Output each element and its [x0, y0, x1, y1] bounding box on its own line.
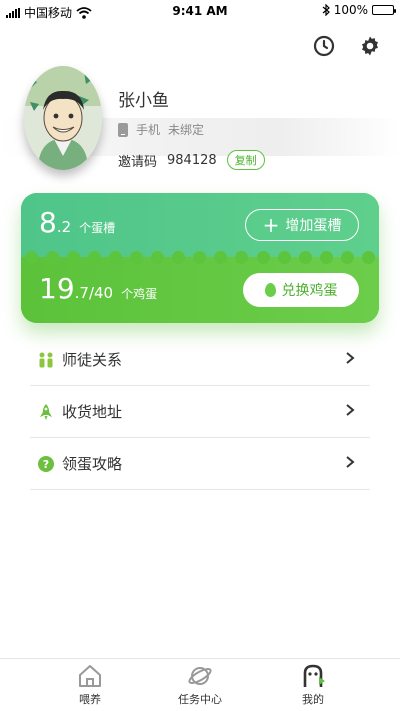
tab-bar: 喂养 任务中心 我的 [0, 658, 400, 711]
status-right: 100% [322, 3, 396, 17]
phone-status: 未绑定 [168, 123, 205, 137]
egg-int: 19 [39, 272, 75, 305]
avatar[interactable] [24, 66, 102, 170]
groove-dec: .2 [56, 218, 72, 236]
top-actions [312, 34, 382, 58]
egg-unit: 个鸡蛋 [121, 287, 158, 301]
menu-list: 师徒关系 收货地址 ? 领蛋攻略 [30, 334, 370, 490]
house-icon [79, 665, 101, 687]
planet-icon [188, 667, 212, 685]
question-icon: ? [37, 455, 55, 473]
copy-button[interactable]: 复制 [226, 150, 265, 170]
profile-icon [303, 664, 325, 687]
add-groove-button[interactable]: + 增加蛋槽 [245, 209, 359, 241]
user-name: 张小鱼 [118, 91, 169, 111]
chevron-right-icon [346, 456, 355, 468]
egg-rest: .7/40 [74, 284, 114, 302]
menu-label-guide: 领蛋攻略 [62, 455, 123, 473]
exchange-eggs-button[interactable]: 兑换鸡蛋 [243, 273, 359, 307]
groove-unit: 个蛋槽 [79, 221, 116, 235]
menu-item-mentorship[interactable]: 师徒关系 [30, 334, 370, 386]
egg-count: 19.7/40 个鸡蛋 [39, 272, 157, 305]
phone-row[interactable]: 手机 未绑定 [118, 121, 204, 138]
gear-icon[interactable] [358, 34, 382, 58]
phone-icon [118, 122, 128, 137]
card-divider [21, 249, 379, 264]
clock-icon[interactable] [312, 34, 336, 58]
egg-groove-count: 8.2 个蛋槽 [39, 206, 115, 239]
egg-icon [264, 283, 276, 297]
chevron-right-icon [346, 352, 355, 364]
tab-label-tasks: 任务中心 [178, 693, 222, 706]
tab-label-mine: 我的 [302, 693, 324, 706]
egg-card: 8.2 个蛋槽 + 增加蛋槽 19.7/40 个鸡蛋 兑换鸡蛋 [21, 193, 379, 323]
invite-code: 984128 [167, 152, 217, 168]
menu-label-address: 收货地址 [62, 403, 123, 421]
status-bar: 中国移动 9:41 AM 100% [0, 0, 400, 22]
people-icon [37, 351, 55, 369]
add-groove-label: 增加蛋槽 [285, 218, 342, 234]
tab-tasks[interactable]: 任务中心 [160, 663, 240, 707]
bluetooth-icon [322, 4, 330, 16]
phone-label: 手机 [136, 123, 161, 137]
menu-item-guide[interactable]: ? 领蛋攻略 [30, 438, 370, 490]
invite-row: 邀请码 984128 复制 [118, 150, 265, 170]
groove-int: 8 [39, 206, 57, 239]
plus-icon: + [262, 213, 280, 237]
svg-text:?: ? [43, 458, 49, 471]
tab-feed[interactable]: 喂养 [50, 663, 130, 707]
tab-mine[interactable]: 我的 [273, 663, 353, 707]
chevron-right-icon [346, 404, 355, 416]
exchange-label: 兑换鸡蛋 [281, 283, 338, 299]
battery-icon [372, 5, 396, 15]
battery-percent: 100% [333, 3, 368, 17]
rocket-icon [37, 403, 55, 421]
invite-label: 邀请码 [118, 154, 158, 170]
menu-item-address[interactable]: 收货地址 [30, 386, 370, 438]
tab-label-feed: 喂养 [79, 693, 101, 706]
menu-label-mentorship: 师徒关系 [62, 351, 123, 369]
